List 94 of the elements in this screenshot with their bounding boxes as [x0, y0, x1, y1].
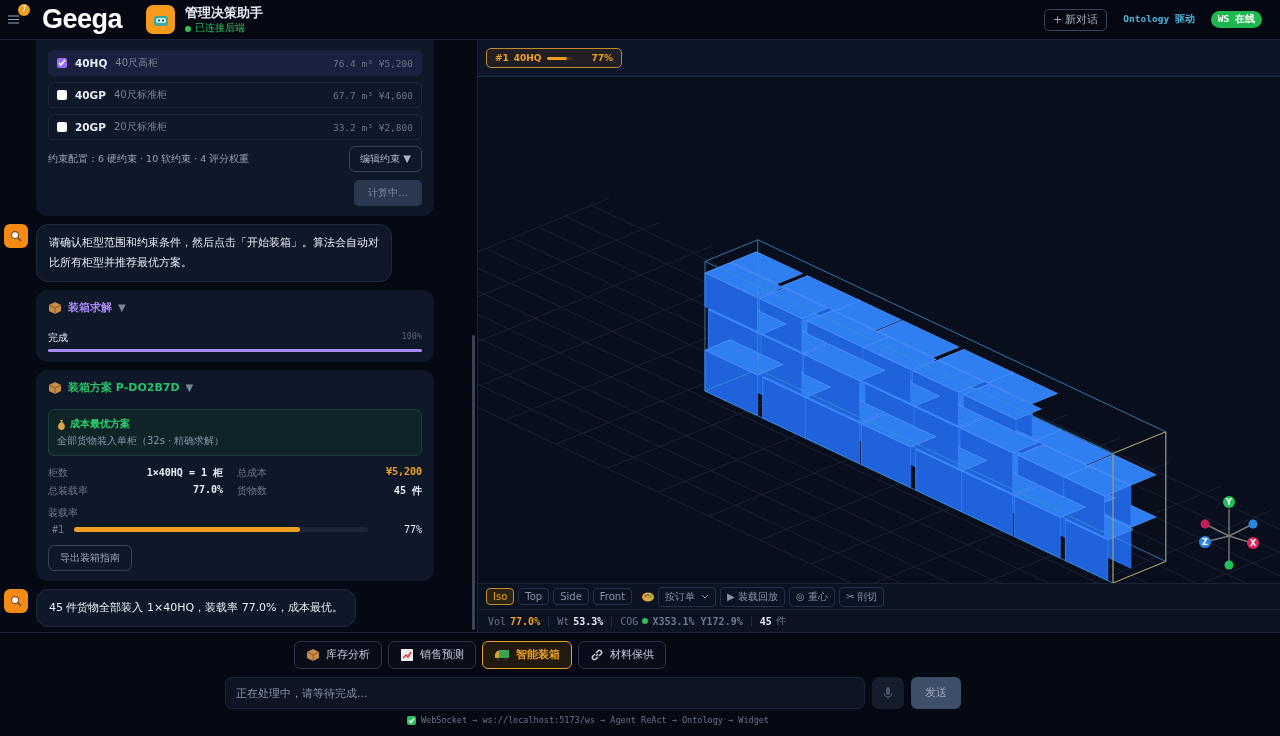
computing-button[interactable]: 计算中...	[354, 180, 422, 206]
stat-value: X353.1% Y172.9%	[652, 615, 743, 627]
truck-icon	[493, 648, 510, 662]
tool-button[interactable]: ◎ 重心	[788, 586, 835, 607]
microphone-button[interactable]	[872, 677, 904, 709]
checkbox[interactable]	[57, 122, 67, 132]
axis-gizmo[interactable]: X Y Z	[1199, 496, 1259, 570]
container-code: 40HQ	[75, 57, 108, 69]
pipeline-info: WebSocket → ws://localhost:5173/ws → Agent ReAct → Ontology → Widget	[421, 715, 769, 725]
container-name: 40尺高柜	[115, 56, 159, 70]
menu-icon[interactable]	[8, 15, 19, 24]
view-button[interactable]: Front	[592, 588, 633, 605]
module-tab[interactable]: 销售预测	[387, 641, 476, 669]
stat-label: 货物数	[237, 484, 268, 498]
recommendation-note: 全部货物装入单柜（32s · 精确求解）	[57, 434, 226, 448]
assistant-message: 45 件货物全部装入 1×40HQ，装载率 77.0%，成本最优。	[36, 589, 356, 627]
assistant-message: 请确认柜型范围和约束条件，然后点击「开始装箱」。算法会自动对比所有柜型并推荐最优方案。	[36, 224, 392, 282]
view-button[interactable]: Iso	[486, 588, 515, 605]
stat-value: 1×40HQ = 1 柜	[145, 466, 223, 480]
magnifier-avatar-icon	[4, 224, 28, 248]
container-name: 20尺标准柜	[113, 120, 167, 134]
stat-label: Vol	[488, 615, 507, 627]
constraint-summary: 约束配置：6 硬约束 · 10 软约束 · 4 评分权重	[48, 152, 250, 166]
stat-label: 总成本	[237, 466, 268, 480]
container-spec: 33.2 m³ ¥2,800	[332, 121, 413, 133]
checkbox[interactable]	[57, 58, 67, 68]
module-tab[interactable]: 库存分析	[293, 641, 382, 669]
package-icon	[305, 648, 320, 662]
chip-index: #1	[495, 53, 509, 63]
connection-status: 已连接后端	[195, 22, 246, 35]
bar-label: #1	[50, 524, 64, 535]
stat-label: 总装载率	[48, 484, 89, 498]
container-spec: 76.4 m³ ¥5,200	[332, 57, 413, 69]
chart-icon	[399, 648, 414, 662]
bar-percent: 77%	[403, 524, 422, 535]
collapse-caret[interactable]: ▼	[185, 382, 194, 393]
collapse-caret[interactable]: ▼	[118, 302, 126, 313]
new-chat-button[interactable]: + 新对话	[1044, 8, 1108, 31]
rate-label: 装载率	[48, 506, 79, 520]
container-option[interactable]: 40GP 40尺标准柜 67.7 m³ ¥4,600	[48, 82, 422, 108]
card-title: 装箱求解	[68, 300, 112, 315]
stat-value: 53.3%	[573, 615, 604, 627]
card-title: 装箱方案 P-DO2B7D	[68, 380, 180, 395]
stat-label: COG	[620, 615, 639, 627]
stat-value: 77.0%	[510, 615, 541, 627]
engine-label: Ontology 驱动	[1123, 13, 1195, 26]
container-chip[interactable]: #1 40HQ 77%	[486, 48, 623, 68]
magnifier-avatar-icon	[4, 589, 28, 613]
stat-label: 柜数	[48, 466, 69, 480]
chip-code: 40HQ	[513, 53, 542, 63]
notification-badge: 7	[18, 3, 30, 16]
robot-app-icon	[146, 5, 176, 34]
stat-label: Wt	[557, 615, 570, 627]
checkmark-icon	[407, 715, 416, 725]
scrollbar[interactable]	[472, 335, 475, 630]
recommendation-title: 成本最优方案	[70, 417, 130, 431]
container-option[interactable]: 40HQ 40尺高柜 76.4 m³ ¥5,200	[48, 50, 422, 76]
stat-value: 45 件	[392, 484, 422, 498]
stat-value: 77.0%	[191, 484, 223, 497]
link-icon	[589, 648, 604, 662]
stat-value: 45	[759, 615, 772, 627]
export-guide-button[interactable]: 导出装箱指南	[48, 545, 132, 571]
tool-button[interactable]: ▶ 装载回放	[720, 586, 785, 607]
stat-unit: 件	[775, 614, 786, 628]
status-dot	[185, 25, 192, 32]
progress-percent: 100%	[401, 331, 422, 343]
progress-status: 完成	[48, 331, 68, 345]
brand-logo: Geega	[42, 4, 123, 35]
microphone-icon	[883, 686, 893, 700]
container-spec: 67.7 m³ ¥4,600	[332, 89, 413, 101]
chat-input[interactable]: 正在处理中，请等待完成...	[225, 677, 865, 709]
container-option[interactable]: 20GP 20尺标准柜 33.2 m³ ¥2,800	[48, 114, 422, 140]
module-tab[interactable]: 材料保供	[577, 641, 666, 669]
container-name: 40尺标准柜	[113, 88, 167, 102]
container-code: 20GP	[75, 121, 106, 133]
tool-button[interactable]: ✂ 剖切	[838, 586, 885, 607]
module-tab[interactable]: 智能装箱	[481, 641, 572, 669]
view-button[interactable]: Side	[553, 588, 589, 605]
money-bag-icon	[57, 418, 66, 430]
send-button[interactable]: 发送	[911, 677, 961, 709]
package-icon	[48, 380, 62, 395]
package-icon	[48, 300, 62, 315]
chevron-down-icon	[701, 594, 710, 599]
stat-value: ¥5,200	[384, 466, 422, 479]
status-dot	[642, 618, 649, 624]
color-by-dropdown[interactable]: 按订单	[658, 586, 717, 607]
palette-icon	[642, 591, 655, 602]
edit-constraints-button[interactable]: 编辑约束 ▼	[349, 146, 422, 172]
view-button[interactable]: Top	[518, 588, 550, 605]
app-title: 管理决策助手	[185, 4, 264, 22]
container-code: 40GP	[75, 89, 106, 101]
checkbox[interactable]	[57, 90, 67, 100]
ws-status-badge: WS 在线	[1210, 11, 1262, 28]
chip-percent: 77%	[591, 53, 614, 63]
